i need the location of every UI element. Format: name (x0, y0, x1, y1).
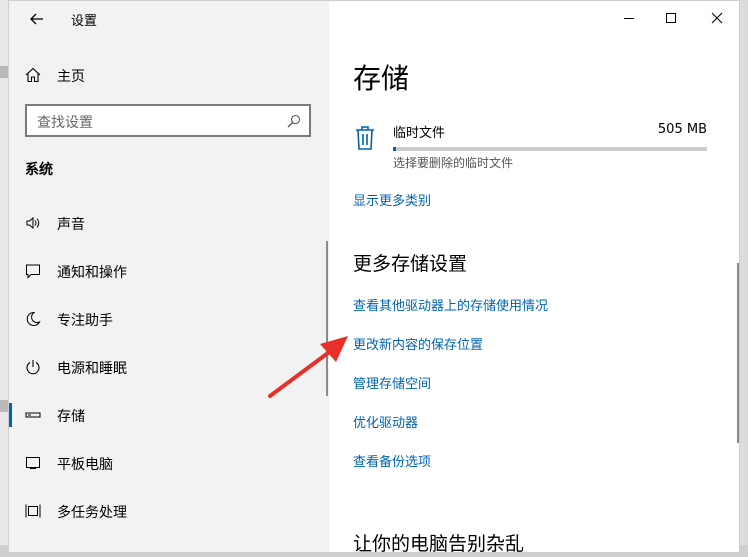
close-button[interactable] (695, 5, 739, 31)
page-title: 存储 (353, 62, 410, 95)
trash-icon (356, 126, 374, 150)
sidebar-item-focus-assist[interactable]: 专注助手 (9, 299, 329, 339)
sidebar-scrollbar[interactable] (326, 241, 328, 396)
link-optimize-drives[interactable]: 优化驱动器 (353, 412, 418, 431)
usage-bar-fill (393, 147, 396, 151)
power-icon (26, 360, 40, 375)
search-input[interactable]: 查找设置 (25, 104, 311, 137)
settings-window: 设置 主页 查找设置 系统 声音 通知和操作 专注助手 电源和睡眠 存储 平板电… (8, 0, 740, 553)
link-change-save-location[interactable]: 更改新内容的保存位置 (353, 334, 483, 353)
sidebar-item-label: 专注助手 (57, 313, 113, 329)
sidebar-item-label: 通知和操作 (57, 265, 127, 281)
moon-icon (26, 311, 41, 326)
sidebar: 设置 主页 查找设置 系统 声音 通知和操作 专注助手 电源和睡眠 存储 平板电… (9, 1, 329, 552)
back-button[interactable] (21, 5, 53, 33)
sidebar-item-multitasking[interactable]: 多任务处理 (9, 491, 329, 531)
main-scrollbar[interactable] (737, 263, 739, 443)
link-backup-options[interactable]: 查看备份选项 (353, 451, 431, 470)
home-icon (25, 67, 41, 83)
sidebar-item-notifications[interactable]: 通知和操作 (9, 251, 329, 291)
sidebar-item-home[interactable]: 主页 (9, 59, 329, 91)
sidebar-item-sound[interactable]: 声音 (9, 203, 329, 243)
link-manage-storage-spaces[interactable]: 管理存储空间 (353, 373, 431, 392)
minimize-icon (624, 18, 634, 19)
sidebar-item-label: 电源和睡眠 (57, 361, 127, 377)
multitask-icon (25, 504, 41, 518)
search-icon (287, 114, 301, 128)
maximize-icon (666, 13, 676, 23)
search-placeholder: 查找设置 (37, 115, 93, 131)
sidebar-item-label: 主页 (57, 69, 85, 85)
notification-icon (26, 264, 40, 279)
speaker-icon (26, 216, 40, 230)
background-fragment (0, 66, 8, 78)
sidebar-item-label: 多任务处理 (57, 505, 127, 521)
background-window-edge (0, 0, 8, 557)
storage-icon (25, 412, 41, 418)
more-storage-settings-heading: 更多存储设置 (353, 253, 468, 275)
sidebar-item-label: 平板电脑 (57, 457, 113, 473)
close-icon (711, 12, 723, 24)
sidebar-item-power-sleep[interactable]: 电源和睡眠 (9, 347, 329, 387)
link-other-drives-usage[interactable]: 查看其他驱动器上的存储使用情况 (353, 295, 548, 314)
tablet-icon (26, 457, 40, 469)
main-content: 存储 临时文件 505 MB 选择要删除的临时文件 显示更多类别 更多存储设置 … (329, 1, 739, 553)
temp-files-size: 505 MB (657, 122, 707, 137)
window-title: 设置 (71, 14, 98, 29)
declutter-heading: 让你的电脑告别杂乱 (353, 533, 525, 553)
temp-files-description: 选择要删除的临时文件 (393, 156, 514, 170)
back-arrow-icon (30, 13, 43, 25)
maximize-button[interactable] (649, 5, 693, 31)
sidebar-item-label: 存储 (57, 409, 85, 425)
temp-files-label[interactable]: 临时文件 (393, 122, 445, 141)
sidebar-item-storage[interactable]: 存储 (9, 395, 329, 435)
background-fragment (0, 400, 8, 412)
sidebar-item-tablet[interactable]: 平板电脑 (9, 443, 329, 483)
show-more-categories-link[interactable]: 显示更多类别 (353, 190, 431, 209)
section-label: 系统 (25, 162, 53, 178)
temp-files-usage-bar (393, 147, 707, 151)
minimize-button[interactable] (607, 5, 651, 31)
sidebar-item-label: 声音 (57, 217, 85, 233)
